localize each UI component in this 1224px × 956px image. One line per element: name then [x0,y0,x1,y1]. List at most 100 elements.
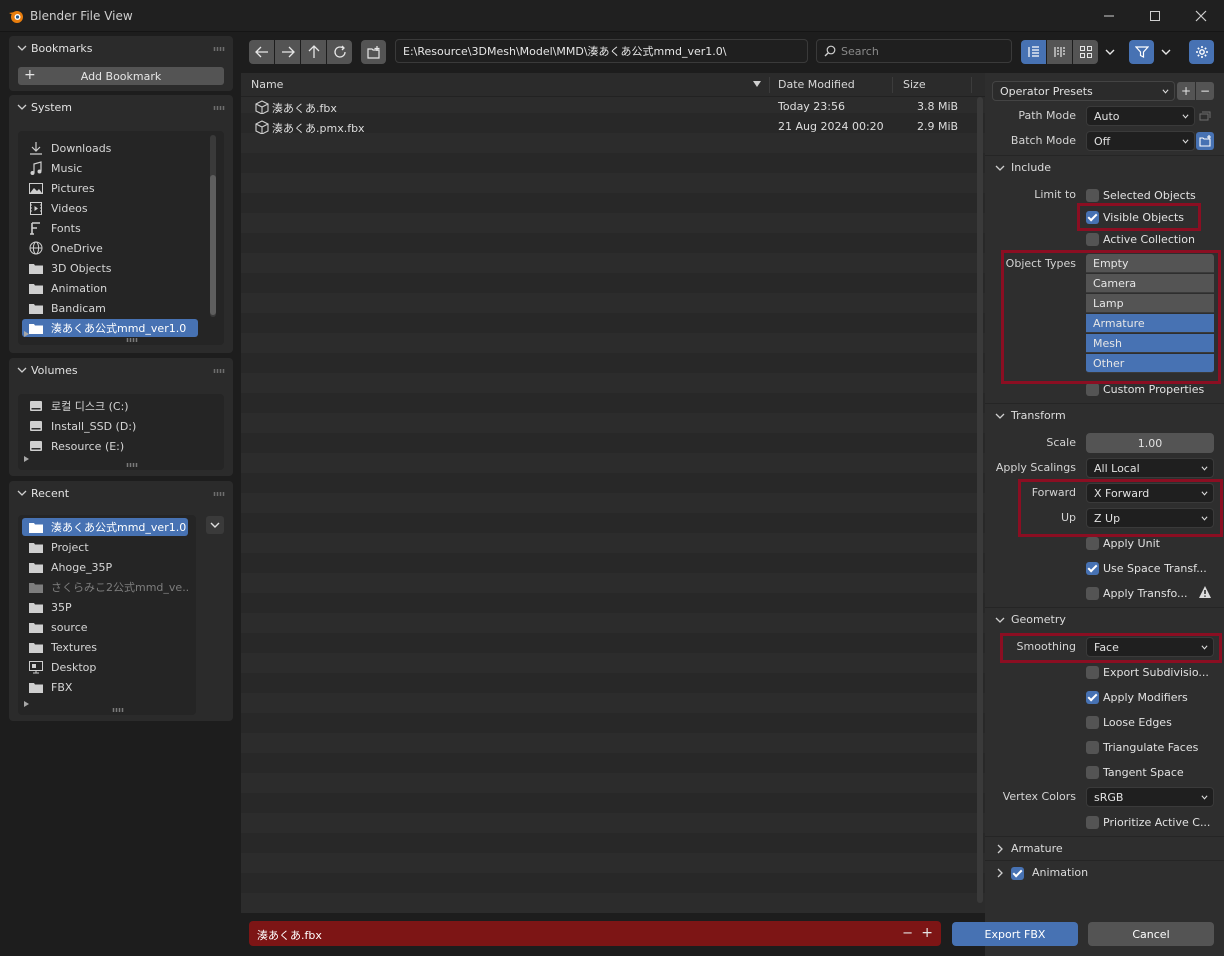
active-collection-checkbox[interactable]: Active Collection [1086,231,1195,247]
drag-grip-icon[interactable] [213,106,225,110]
file-list-scrollbar[interactable] [977,97,983,903]
loose-edges-checkbox[interactable]: Loose Edges [1086,714,1172,730]
bookmarks-header[interactable]: Bookmarks [9,36,233,62]
export-fbx-button[interactable]: Export FBX [952,922,1078,946]
prioritize-active-color-checkbox[interactable]: Prioritize Active C... [1086,814,1210,830]
column-separator[interactable] [892,77,893,93]
system-item[interactable]: 湊あくあ公式mmd_ver1.0 [22,319,198,337]
drag-grip-icon[interactable] [213,369,225,373]
system-item[interactable]: 3D Objects [22,259,198,277]
transform-section-header[interactable]: Transform [985,403,1224,427]
operator-presets-dropdown[interactable]: Operator Presets [992,81,1175,101]
volumes-header[interactable]: Volumes [9,358,233,384]
scale-field[interactable]: 1.00 [1086,433,1214,453]
drag-grip-icon[interactable] [213,492,225,496]
apply-modifiers-checkbox[interactable]: Apply Modifiers [1086,689,1188,705]
system-item[interactable]: Bandicam [22,299,198,317]
embed-textures-button[interactable] [1196,107,1214,125]
volume-item[interactable]: Install_SSD (D:) [22,417,218,435]
column-separator[interactable] [971,77,972,93]
recent-item[interactable]: Desktop [22,658,188,676]
system-header[interactable]: System [9,95,233,121]
view-thumbnails-button[interactable] [1073,40,1098,64]
recent-header[interactable]: Recent [9,481,233,507]
resize-grip-icon[interactable] [126,463,138,467]
recent-item[interactable]: Project [22,538,188,556]
close-button[interactable] [1178,0,1224,32]
forward-button[interactable] [275,40,300,64]
system-item[interactable]: Music [22,159,198,177]
recent-item[interactable]: source [22,618,188,636]
recent-item[interactable]: FBX [22,678,188,696]
filter-toggle-button[interactable] [1129,40,1154,64]
add-preset-button[interactable]: + [1177,82,1195,100]
system-item[interactable]: Pictures [22,179,198,197]
recent-menu-button[interactable] [206,516,224,534]
recent-item[interactable]: 35P [22,598,188,616]
recent-item[interactable]: さくらみこ2公式mmd_ve... [22,578,188,596]
volume-item[interactable]: Resource (E:) [22,437,218,455]
use-space-transform-checkbox[interactable]: Use Space Transf... [1086,560,1207,576]
parent-directory-button[interactable] [301,40,326,64]
increment-filename-button[interactable]: + [921,925,933,941]
expand-list-icon[interactable] [24,456,29,462]
path-field[interactable]: E:\Resource\3DMesh\Model\MMD\湊あくあ公式mmd_v… [395,39,808,63]
system-item[interactable]: Videos [22,199,198,217]
column-separator[interactable] [769,77,770,93]
recent-item[interactable]: 湊あくあ公式mmd_ver1.0 [22,518,188,536]
scroll-thumb[interactable] [210,175,216,315]
volume-item[interactable]: 로컬 디스크 (C:) [22,397,218,415]
apply-scalings-dropdown[interactable]: All Local [1086,458,1214,478]
decrement-filename-button[interactable]: − [902,926,913,941]
vertex-colors-dropdown[interactable]: sRGB [1086,787,1214,807]
apply-transform-checkbox[interactable]: Apply Transfo... [1086,585,1188,601]
refresh-button[interactable] [327,40,352,64]
remove-preset-button[interactable]: − [1196,82,1214,100]
filter-settings-dropdown[interactable] [1155,40,1177,64]
resize-grip-icon[interactable] [126,338,138,342]
column-date-header[interactable]: Date Modified [778,78,855,91]
apply-unit-checkbox[interactable]: Apply Unit [1086,535,1160,551]
cancel-button[interactable]: Cancel [1088,922,1214,946]
display-settings-dropdown[interactable] [1099,40,1121,64]
drag-grip-icon[interactable] [213,47,225,51]
animation-section-header[interactable]: Animation [985,860,1224,884]
new-folder-button[interactable] [361,40,386,64]
triangulate-faces-checkbox[interactable]: Triangulate Faces [1086,739,1198,755]
system-item[interactable]: Downloads [22,139,198,157]
system-item[interactable]: Animation [22,279,198,297]
system-item[interactable]: OneDrive [22,239,198,257]
recent-item[interactable]: Textures [22,638,188,656]
geometry-section-header[interactable]: Geometry [985,607,1224,631]
expand-list-icon[interactable] [24,701,29,707]
minimize-button[interactable] [1086,0,1132,32]
file-row[interactable]: 湊あくあ.fbx Today 23:56 3.8 MiB [241,97,979,117]
filename-input[interactable]: 湊あくあ.fbx − + [249,921,941,946]
system-item[interactable]: Fonts [22,219,198,237]
search-input[interactable]: Search [816,39,1012,63]
view-horizontal-list-button[interactable] [1047,40,1072,64]
file-row[interactable]: 湊あくあ.pmx.fbx 21 Aug 2024 00:20 2.9 MiB [241,117,979,137]
view-vertical-list-button[interactable] [1021,40,1046,64]
batch-mode-dropdown[interactable]: Off [1086,131,1195,151]
expand-list-icon[interactable] [24,331,29,337]
back-button[interactable] [249,40,274,64]
maximize-button[interactable] [1132,0,1178,32]
tangent-space-checkbox[interactable]: Tangent Space [1086,764,1184,780]
add-bookmark-button[interactable]: + Add Bookmark [18,67,224,85]
armature-section-header[interactable]: Armature [985,836,1224,860]
recent-item[interactable]: Ahoge_35P [22,558,188,576]
include-section-header[interactable]: Include [985,155,1224,179]
batch-own-dir-button[interactable] [1196,132,1214,150]
resize-grip-icon[interactable] [112,708,124,712]
column-size-header[interactable]: Size [903,78,926,91]
path-mode-dropdown[interactable]: Auto [1086,106,1195,126]
export-subdivision-checkbox[interactable]: Export Subdivisio... [1086,664,1209,680]
column-name-header[interactable]: Name [251,78,283,91]
animation-checkbox[interactable] [1011,865,1028,881]
settings-toggle-button[interactable] [1189,40,1214,64]
folder-icon [29,603,43,613]
sort-descending-icon[interactable] [753,81,761,88]
list-scrollbar[interactable] [210,135,216,317]
selected-objects-checkbox[interactable]: Selected Objects [1086,187,1196,203]
